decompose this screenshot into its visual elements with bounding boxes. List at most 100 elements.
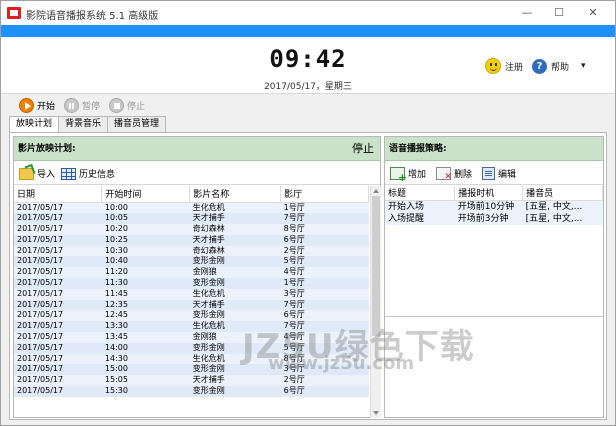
edit-label: 编辑	[498, 170, 517, 180]
scroll-up-icon[interactable]	[373, 189, 379, 193]
edit-icon	[482, 167, 496, 180]
cell-hall: 7号厅	[280, 299, 369, 311]
tab-background-music[interactable]: 背景音乐	[58, 116, 109, 132]
cell-hall: 5号厅	[280, 256, 369, 268]
history-label: 历史信息	[79, 170, 116, 180]
panel-divider	[385, 316, 603, 317]
table-row[interactable]: 2017/05/17 10:25 天才捕手 6号厅	[14, 234, 369, 246]
column-header-film-name[interactable]: 影片名称	[189, 186, 282, 203]
import-label: 导入	[37, 170, 56, 180]
strategy-panel: 语音播报策略: 增加 删除 编辑	[384, 136, 604, 418]
cell-start-time: 10:30	[101, 245, 190, 257]
schedule-scrollbar[interactable]	[370, 186, 381, 418]
cell-start-time: 10:40	[101, 256, 190, 268]
cell-start-time: 10:00	[101, 202, 190, 214]
table-row[interactable]: 2017/05/17 10:40 变形金刚 5号厅	[14, 256, 369, 268]
table-row[interactable]: 2017/05/17 10:00 生化危机 1号厅	[14, 202, 369, 214]
column-header-timing[interactable]: 播报时机	[454, 186, 524, 201]
watermark-url: www.jz5u.com	[268, 353, 415, 374]
cell-start-time: 14:30	[101, 353, 190, 365]
cell-date: 2017/05/17	[14, 364, 102, 376]
cell-hall: 6号厅	[280, 386, 369, 397]
table-row[interactable]: 2017/05/17 11:20 金刚狼 4号厅	[14, 267, 369, 279]
cell-start-time: 15:30	[101, 386, 190, 397]
column-header-date[interactable]: 日期	[14, 186, 103, 203]
table-row[interactable]: 2017/05/17 12:35 天才捕手 7号厅	[14, 299, 369, 311]
smiley-icon	[485, 58, 501, 74]
pause-button[interactable]: 暂停	[64, 97, 100, 113]
play-icon	[19, 97, 34, 113]
column-header-title[interactable]: 标题	[385, 186, 456, 201]
schedule-panel-header: 影片放映计划: 停止	[14, 137, 380, 161]
stop-button[interactable]: 停止	[109, 97, 145, 113]
app-logo-icon	[7, 7, 21, 19]
cell-hall: 8号厅	[280, 224, 369, 235]
maximize-button[interactable]: ☐	[547, 5, 571, 21]
delete-label: 删除	[454, 170, 473, 180]
table-row[interactable]: 2017/05/17 10:30 奇幻森林 2号厅	[14, 245, 369, 257]
cell-date: 2017/05/17	[14, 288, 102, 300]
cell-hall: 1号厅	[280, 202, 369, 214]
tab-announcer-management[interactable]: 播音员管理	[107, 116, 167, 132]
cell-start-time: 11:45	[101, 288, 190, 300]
column-header-hall[interactable]: 影厅	[280, 186, 369, 203]
scroll-down-icon[interactable]	[373, 411, 379, 415]
cell-film-name: 金刚狼	[189, 267, 281, 279]
schedule-panel-title: 影片放映计划:	[18, 144, 76, 154]
cell-film-name: 天才捕手	[189, 234, 281, 246]
cell-date: 2017/05/17	[14, 299, 102, 311]
title-bar: 影院语音播报系统 5.1 高级版 — ☐ ✕	[1, 1, 615, 25]
cell-start-time: 12:35	[101, 299, 190, 311]
table-row[interactable]: 2017/05/17 10:05 天才捕手 7号厅	[14, 213, 369, 225]
register-label: 注册	[505, 62, 524, 73]
table-row[interactable]: 2017/05/17 10:20 奇幻森林 8号厅	[14, 224, 369, 235]
table-icon	[61, 167, 77, 180]
playback-status: 停止	[352, 142, 374, 155]
chevron-down-icon[interactable]: ▾	[581, 61, 586, 71]
cell-start-time: 14:00	[101, 342, 190, 354]
main-tabs: 放映计划 背景音乐 播音员管理	[9, 116, 167, 133]
cell-date: 2017/05/17	[14, 202, 102, 214]
table-row[interactable]: 2017/05/17 11:45 生化危机 3号厅	[14, 288, 369, 300]
table-row[interactable]: 开始入场 开场前10分钟 [五星, 中文,...	[385, 200, 603, 213]
tab-schedule[interactable]: 放映计划	[9, 116, 60, 133]
edit-strategy-button[interactable]: 编辑	[482, 167, 516, 180]
column-header-start-time[interactable]: 开始时间	[101, 186, 191, 203]
table-row[interactable]: 2017/05/17 15:30 变形金刚 6号厅	[14, 386, 369, 397]
strategy-table: 标题 播报时机 播音员 开始入场 开场前10分钟 [五星, 中文,... 入场提醒 开场…	[385, 186, 603, 225]
cell-film-name: 生化危机	[189, 288, 281, 300]
cell-film-name: 天才捕手	[189, 299, 281, 311]
question-icon: ?	[532, 58, 547, 74]
register-button[interactable]: 注册	[485, 57, 523, 75]
add-strategy-button[interactable]: 增加	[390, 167, 426, 184]
cell-start-time: 15:00	[101, 364, 190, 376]
strategy-table-container: 标题 播报时机 播音员 开始入场 开场前10分钟 [五星, 中文,... 入场提醒 开场…	[385, 186, 603, 238]
table-row[interactable]: 2017/05/17 11:30 变形金刚 1号厅	[14, 278, 369, 289]
clock-date: 2017/05/17，星期三	[264, 82, 352, 92]
cell-date: 2017/05/17	[14, 256, 102, 268]
strategy-table-header: 标题 播报时机 播音员	[385, 186, 603, 201]
help-button[interactable]: ? 帮助 ▾	[532, 57, 586, 75]
minimize-button[interactable]: —	[515, 5, 539, 21]
schedule-panel: 影片放映计划: 停止 导入 历史信息 日期 开始时间 影片名称 影厅 2017/…	[13, 136, 381, 418]
scrollbar-thumb[interactable]	[372, 196, 380, 336]
column-header-announcer[interactable]: 播音员	[522, 186, 603, 201]
cell-film-name: 天才捕手	[189, 375, 281, 387]
delete-strategy-button[interactable]: 删除	[436, 167, 473, 182]
table-row[interactable]: 2017/05/17 15:05 天才捕手 2号厅	[14, 375, 369, 387]
cell-hall: 6号厅	[280, 234, 369, 246]
cell-start-time: 10:05	[101, 213, 190, 225]
start-button[interactable]: 开始	[19, 97, 55, 113]
cell-hall: 2号厅	[280, 245, 369, 257]
start-label: 开始	[37, 101, 56, 112]
close-button[interactable]: ✕	[581, 5, 605, 21]
cell-hall: 3号厅	[280, 288, 369, 300]
import-button[interactable]: 导入	[19, 167, 55, 180]
table-row[interactable]: 入场提醒 开场前3分钟 [五星, 中文,...	[385, 212, 603, 225]
cell-announcer: [五星, 中文,...	[522, 212, 603, 225]
cell-hall: 1号厅	[280, 278, 369, 289]
cell-date: 2017/05/17	[14, 224, 102, 235]
cell-film-name: 天才捕手	[189, 213, 281, 225]
cell-date: 2017/05/17	[14, 321, 102, 333]
history-button[interactable]: 历史信息	[61, 167, 115, 180]
